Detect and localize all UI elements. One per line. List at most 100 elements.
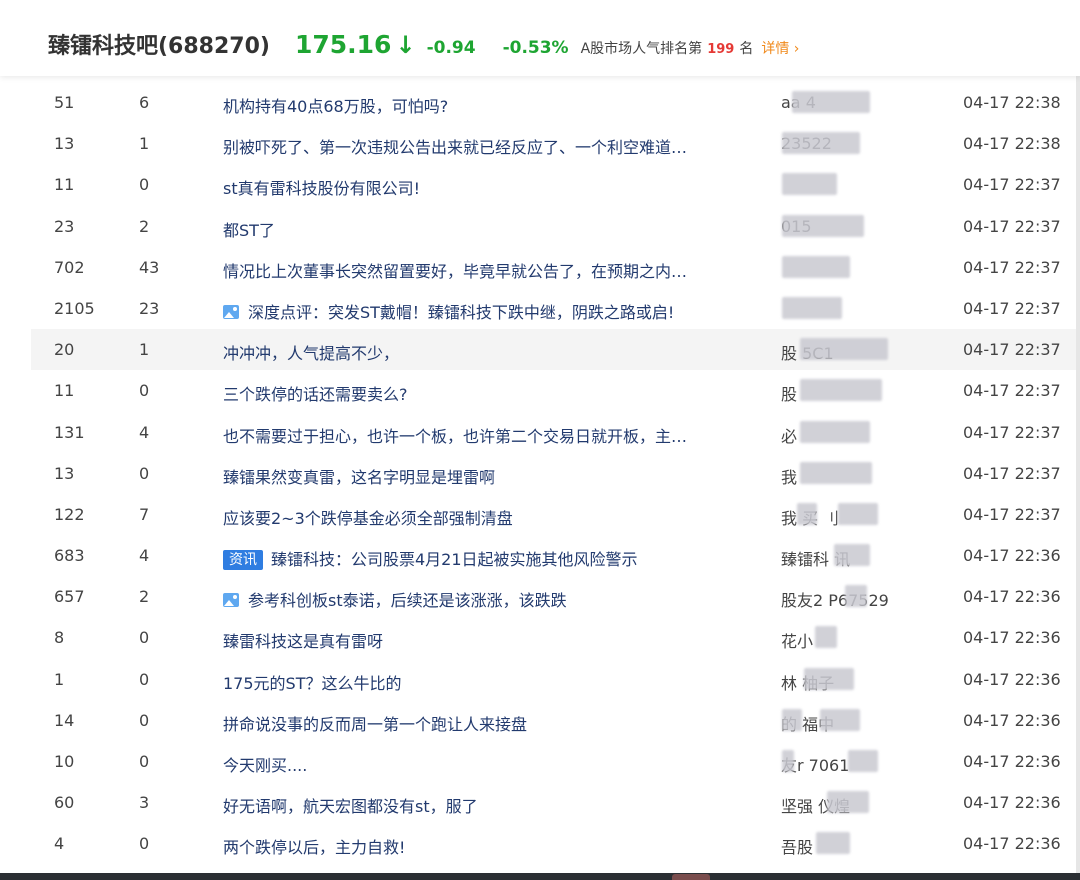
post-title-link[interactable]: 三个跌停的话还需要卖么? bbox=[223, 385, 408, 404]
post-title-link[interactable]: 两个跌停以后，主力自救! bbox=[223, 838, 405, 857]
post-title-link[interactable]: 臻镭果然变真雷，这名字明显是埋雷啊 bbox=[223, 468, 495, 487]
post-row[interactable]: 201冲冲冲，人气提高不少，股 5C104-17 22:37 bbox=[31, 329, 1076, 371]
post-title-link[interactable]: st真有雷科技股份有限公司! bbox=[223, 179, 420, 198]
post-row[interactable]: 14 0 拼命说没事的反而周一第一个跑让人来接盘 的 福中 04-17 22:36 bbox=[0, 700, 1076, 741]
price-change: -0.94 bbox=[426, 38, 476, 58]
post-row[interactable]: 683 4 资讯 臻镭科技：公司股票4月21日起被实施其他风险警示 臻镭科 讯 04-17… bbox=[0, 535, 1076, 576]
author-privacy-mask bbox=[782, 708, 802, 731]
post-title-link[interactable]: 也不需要过于担心，也许一个板，也许第二个交易日就开板，主… bbox=[223, 427, 687, 446]
post-time: 04-17 22:37 bbox=[963, 175, 1061, 195]
detail-link-label: 详情 bbox=[761, 41, 790, 57]
post-title-cell: 三个跌停的话还需要卖么? bbox=[223, 381, 753, 405]
post-row[interactable]: 131 4 也不需要过于担心，也许一个板，也许第二个交易日就开板，主… 必 04-17 … bbox=[0, 412, 1076, 453]
author-name[interactable]: 吾股 bbox=[781, 834, 931, 858]
scrollbar-track[interactable] bbox=[1076, 76, 1080, 873]
detail-link[interactable]: 详情 › bbox=[761, 38, 799, 58]
author-privacy-mask bbox=[845, 585, 867, 608]
author-privacy-mask bbox=[820, 708, 860, 731]
post-title-link[interactable]: 机构持有40点68万股，可怕吗? bbox=[223, 97, 448, 116]
post-time: 04-17 22:37 bbox=[963, 257, 1061, 277]
post-list: 516机构持有40点68万股，可怕吗?aa 404-17 22:38131别被吓… bbox=[0, 82, 1076, 865]
post-row[interactable]: 8 0 臻雷科技这是真有雷呀 花小 04-17 22:36 bbox=[0, 617, 1076, 658]
post-time: 04-17 22:36 bbox=[963, 546, 1061, 566]
post-row[interactable]: 4 0 两个跌停以后，主力自救! 吾股 04-17 22:36 bbox=[0, 823, 1076, 864]
read-count: 13 bbox=[54, 463, 75, 483]
read-count: 1 bbox=[54, 669, 65, 689]
read-count: 13 bbox=[54, 134, 75, 154]
popularity-rank-prefix: A股市场人气排名第 bbox=[580, 41, 703, 57]
post-row[interactable]: 11 0 三个跌停的话还需要卖么? 股 04-17 22:37 bbox=[0, 370, 1076, 411]
author-privacy-mask bbox=[797, 502, 817, 525]
author-privacy-mask bbox=[816, 832, 850, 855]
read-count: 11 bbox=[54, 381, 75, 401]
read-count: 657 bbox=[54, 587, 85, 607]
author-privacy-mask bbox=[800, 420, 870, 443]
post-title-cell: 别被吓死了、第一次违规公告出来就已经反应了、一个利空难道… bbox=[223, 134, 753, 158]
post-title-link[interactable]: 都ST了 bbox=[223, 221, 275, 240]
post-row[interactable]: 60 3 好无语啊，航天宏图都没有st，服了 坚强 仪煌 04-17 22:36 bbox=[0, 782, 1076, 823]
read-count: 2105 bbox=[54, 298, 95, 318]
post-title-cell: 175元的ST？这么牛比的 bbox=[223, 670, 753, 694]
post-time: 04-17 22:36 bbox=[963, 669, 1061, 689]
post-title-link[interactable]: 好无语啊，航天宏图都没有st，服了 bbox=[223, 797, 478, 816]
post-row[interactable]: 232都ST了01504-17 22:37 bbox=[0, 206, 1076, 247]
reply-count: 2 bbox=[139, 216, 150, 236]
post-row[interactable]: 13 0 臻镭果然变真雷，这名字明显是埋雷啊我 04-17 22:37 bbox=[0, 453, 1076, 494]
reply-count: 0 bbox=[139, 381, 150, 401]
post-title-link[interactable]: 别被吓死了、第一次违规公告出来就已经反应了、一个利空难道… bbox=[223, 138, 687, 157]
reply-count: 0 bbox=[139, 669, 150, 689]
read-count: 10 bbox=[54, 752, 75, 771]
post-list-panel: 516机构持有40点68万股，可怕吗?aa 404-17 22:38131别被吓… bbox=[0, 76, 1076, 873]
post-time: 04-17 22:36 bbox=[963, 628, 1061, 648]
post-time: 04-17 22:38 bbox=[963, 134, 1061, 154]
read-count: 51 bbox=[54, 93, 75, 112]
post-title-cell: 机构持有40点68万股，可怕吗? bbox=[223, 93, 753, 117]
post-row[interactable]: 2105 23 深度点评：突发ST戴帽！臻镭科技下跌中继，阴跌之路或启! 04-17 … bbox=[0, 288, 1076, 329]
author-privacy-mask bbox=[782, 214, 864, 237]
post-title-link[interactable]: 深度点评：突发ST戴帽！臻镭科技下跌中继，阴跌之路或启! bbox=[248, 303, 674, 322]
reply-count: 0 bbox=[139, 463, 150, 483]
author-privacy-mask bbox=[834, 544, 870, 567]
reply-count: 4 bbox=[139, 546, 150, 566]
post-row[interactable]: 10175元的ST？这么牛比的林 柚子04-17 22:36 bbox=[0, 659, 1076, 700]
popularity-rank-suffix: 名 bbox=[739, 41, 754, 57]
post-row[interactable]: 702 43 情况比上次董事长突然留置要好，毕竟早就公告了，在预期之内… 04-17 … bbox=[0, 247, 1076, 288]
post-title-link[interactable]: 臻镭科技：公司股票4月21日起被实施其他风险警示 bbox=[271, 550, 638, 569]
post-time: 04-17 22:37 bbox=[963, 340, 1061, 360]
stock-price: 175.16 bbox=[294, 30, 392, 59]
news-badge: 资讯 bbox=[223, 550, 263, 571]
post-title-link[interactable]: 臻雷科技这是真有雷呀 bbox=[223, 632, 383, 651]
post-row[interactable]: 11 0 st真有雷科技股份有限公司! 04-17 22:37 bbox=[0, 164, 1076, 205]
post-title-link[interactable]: 今天刚买.... bbox=[223, 756, 307, 775]
reply-count: 1 bbox=[139, 134, 150, 154]
post-row[interactable]: 516机构持有40点68万股，可怕吗?aa 404-17 22:38 bbox=[0, 82, 1076, 123]
author-privacy-mask bbox=[782, 173, 837, 196]
post-title-link[interactable]: 拼命说没事的反而周一第一个跑让人来接盘 bbox=[223, 715, 527, 734]
post-row[interactable]: 131别被吓死了、第一次违规公告出来就已经反应了、一个利空难道…2352204-… bbox=[0, 123, 1076, 164]
post-title-link[interactable]: 应该要2~3个跌停基金必须全部强制清盘 bbox=[223, 509, 513, 528]
post-row[interactable]: 1227应该要2~3个跌停基金必须全部强制清盘我 买 刂04-17 22:37 bbox=[0, 494, 1076, 535]
post-time: 04-17 22:36 bbox=[963, 752, 1061, 771]
post-title-link[interactable]: 情况比上次董事长突然留置要好，毕竟早就公告了，在预期之内… bbox=[223, 262, 687, 281]
post-row[interactable]: 10 0 今天刚买.... 友r 7061 04-17 22:36 bbox=[0, 741, 1076, 782]
post-title-link[interactable]: 参考科创板st泰诺，后续还是该涨涨，该跌跌 bbox=[248, 591, 567, 610]
forum-title[interactable]: 臻镭科技吧(688270) bbox=[48, 28, 270, 60]
reply-count: 6 bbox=[139, 93, 150, 112]
post-title-link[interactable]: 冲冲冲，人气提高不少， bbox=[223, 344, 399, 363]
taskbar-indicator[interactable] bbox=[672, 874, 710, 880]
author-privacy-mask bbox=[782, 132, 860, 155]
author-privacy-mask bbox=[827, 791, 869, 814]
author-name[interactable]: 花小 bbox=[781, 628, 931, 652]
read-count: 131 bbox=[54, 422, 85, 442]
post-title-cell: 深度点评：突发ST戴帽！臻镭科技下跌中继，阴跌之路或启! bbox=[223, 299, 753, 323]
author-privacy-mask bbox=[838, 502, 878, 525]
post-time: 04-17 22:36 bbox=[963, 587, 1061, 607]
post-row[interactable]: 657 2 参考科创板st泰诺，后续还是该涨涨，该跌跌 股友2 P67529 04-17… bbox=[0, 576, 1076, 617]
author-privacy-mask bbox=[800, 338, 888, 361]
reply-count: 2 bbox=[139, 587, 150, 607]
price-change-percent: -0.53% bbox=[502, 38, 569, 58]
post-time: 04-17 22:36 bbox=[963, 710, 1061, 730]
down-arrow-icon: ↓ bbox=[395, 31, 416, 59]
post-title-link[interactable]: 175元的ST？这么牛比的 bbox=[223, 674, 401, 693]
reply-count: 7 bbox=[139, 504, 150, 524]
